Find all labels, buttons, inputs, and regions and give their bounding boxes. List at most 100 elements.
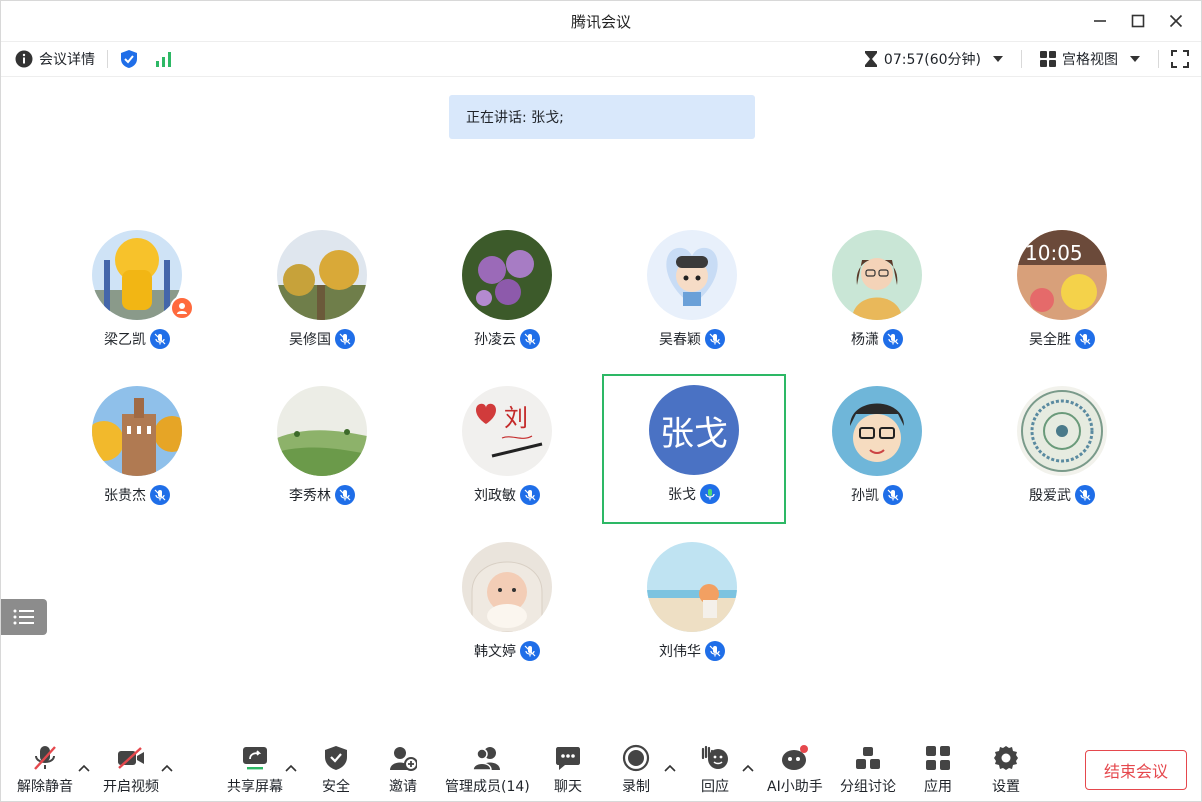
participant-name: 吴春颖 [659,332,701,348]
title-bar: 腾讯会议 [1,1,1201,41]
chat-button[interactable]: 聊天 [553,743,583,799]
share-screen-button[interactable]: 共享屏幕 [227,743,283,799]
shield-icon [325,746,347,770]
fullscreen-icon[interactable] [1171,50,1189,68]
view-mode-button[interactable]: 宫格视图 [1034,49,1146,69]
participant-name: 张戈 [668,487,696,503]
maximize-button[interactable] [1121,6,1155,36]
window-controls [1083,1,1193,41]
participant-name: 刘政敏 [474,488,516,504]
record-button[interactable]: 录制 [621,743,651,799]
record-icon [622,744,650,772]
participant-name: 孙凯 [851,488,879,504]
participant-tile[interactable]: 杨潇 [785,219,969,369]
window-title: 腾讯会议 [570,12,631,31]
security-button[interactable]: 安全 [321,743,351,799]
participant-name: 孙凌云 [474,332,516,348]
grid-view-icon [1040,51,1056,67]
shield-check-icon[interactable] [120,49,138,69]
avatar [92,230,182,320]
mic-muted-icon [34,746,56,770]
avatar [462,230,552,320]
chat-icon [556,747,580,770]
share-options-chevron-up-icon[interactable] [284,761,298,775]
avatar [277,386,367,476]
participant-tile[interactable]: 10:05 吴全胜 [970,219,1154,369]
end-meeting-button[interactable]: 结束会议 [1085,750,1187,790]
host-badge-icon [170,296,194,320]
mic-off-icon [335,485,355,505]
participant-tile[interactable]: 刘 刘政敏 [415,375,599,525]
participant-tile[interactable]: 孙凯 [785,375,969,525]
mic-off-icon [520,485,540,505]
participant-name: 韩文婷 [474,644,516,660]
timer-button[interactable]: 07:57(60分钟) [858,49,1009,69]
participant-tile[interactable]: 张贵杰 [45,375,229,525]
mic-off-icon [883,329,903,349]
security-label: 安全 [322,779,350,795]
speaking-text: 正在讲话: 张戈; [466,110,564,126]
meeting-details-button[interactable]: 会议详情 [15,49,95,69]
mic-off-icon [883,485,903,505]
ai-assistant-button[interactable]: AI小助手 [767,743,823,799]
avatar: 张戈 [649,385,739,475]
mic-off-icon [150,329,170,349]
signal-icon[interactable] [154,50,174,68]
avatar [277,230,367,320]
unmute-label: 解除静音 [17,779,73,795]
participant-tile[interactable]: 李秀林 [230,375,414,525]
meeting-details-label: 会议详情 [39,52,95,68]
mic-off-icon [705,641,725,661]
minimize-button[interactable] [1083,6,1117,36]
manage-members-button[interactable]: 管理成员(14) [445,743,530,799]
react-button[interactable]: 回应 [700,743,730,799]
record-options-chevron-up-icon[interactable] [663,761,677,775]
manage-members-label: 管理成员(14) [445,779,530,795]
audio-options-chevron-up-icon[interactable] [77,761,91,775]
participant-tile[interactable]: 刘伟华 [600,531,784,681]
mic-off-icon [705,329,725,349]
member-list-toggle-button[interactable] [1,599,47,635]
participant-tile[interactable]: 殷爱武 [970,375,1154,525]
share-screen-icon [243,747,267,770]
members-icon [472,747,501,771]
view-mode-label: 宫格视图 [1062,52,1118,68]
timer-label: 07:57(60分钟) [883,52,981,68]
participant-tile[interactable]: 梁乙凯 [45,219,229,369]
close-icon [1169,14,1183,28]
apps-label: 应用 [924,779,952,795]
video-off-icon [118,747,144,769]
react-options-chevron-up-icon[interactable] [741,761,755,775]
minimize-icon [1094,20,1106,22]
maximize-icon [1131,14,1145,28]
close-button[interactable] [1159,6,1193,36]
apps-button[interactable]: 应用 [923,743,953,799]
divider [107,50,108,68]
video-options-chevron-up-icon[interactable] [160,761,174,775]
emoji-hand-icon [701,745,728,769]
unmute-button[interactable]: 解除静音 [17,743,73,799]
participant-name: 杨潇 [851,332,879,348]
breakout-rooms-button[interactable]: 分组讨论 [840,743,896,799]
participant-name: 张贵杰 [104,488,146,504]
mic-on-icon [700,484,720,504]
participant-tile[interactable]: 孙凌云 [415,219,599,369]
hourglass-icon [864,51,877,67]
breakout-icon [856,747,880,769]
start-video-button[interactable]: 开启视频 [103,743,159,799]
start-video-label: 开启视频 [103,779,159,795]
avatar [462,542,552,632]
settings-button[interactable]: 设置 [991,743,1021,799]
avatar [832,386,922,476]
participant-tile-active-speaker[interactable]: 张戈 张戈 [602,374,786,524]
participant-name: 梁乙凯 [104,332,146,348]
ai-assistant-label: AI小助手 [767,779,823,795]
avatar [832,230,922,320]
participant-tile[interactable]: 吴春颖 [600,219,784,369]
record-label: 录制 [622,779,650,795]
invite-button[interactable]: 邀请 [388,743,418,799]
participant-tile[interactable]: 吴修国 [230,219,414,369]
add-user-icon [390,747,417,771]
participant-tile[interactable]: 韩文婷 [415,531,599,681]
breakout-label: 分组讨论 [840,779,896,795]
